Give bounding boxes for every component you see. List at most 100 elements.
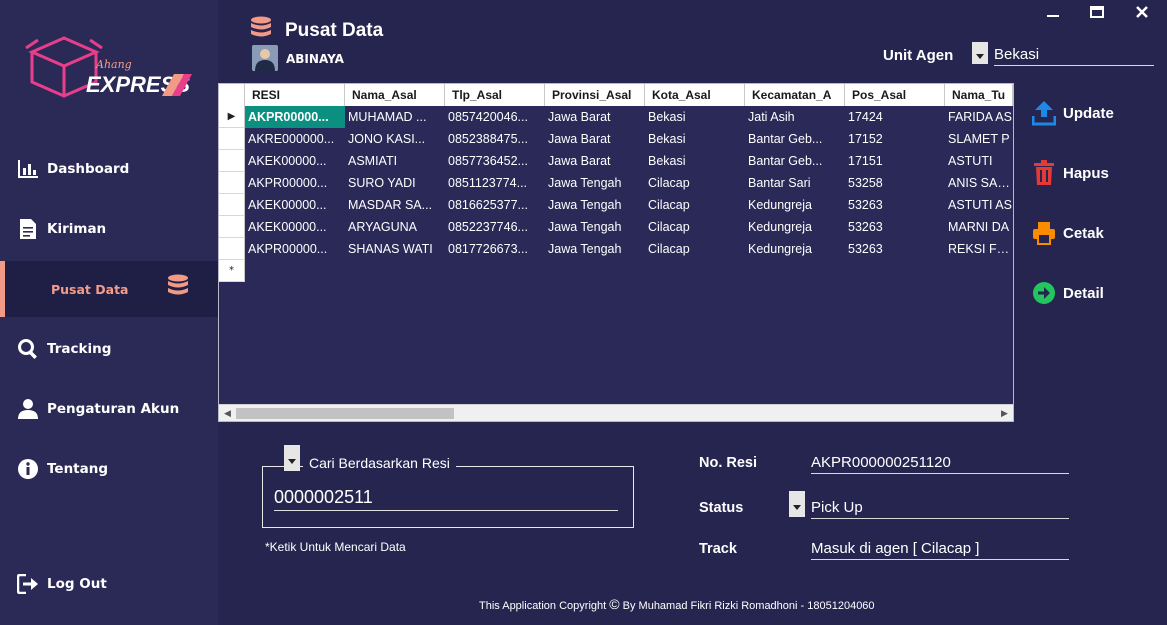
new-row[interactable]: * — [219, 260, 1013, 282]
table-cell[interactable]: AKRE000000... — [245, 128, 345, 150]
table-row[interactable]: AKEK00000... ASMIATI 0857736452... Jawa Bar… — [219, 150, 1013, 172]
table-row[interactable]: AKPR00000... SURO YADI 0851123774... Jawa T… — [219, 172, 1013, 194]
table-row[interactable]: AKPR00000... SHANAS WATI 0817726673... Jawa… — [219, 238, 1013, 260]
table-cell[interactable]: Kedungreja — [745, 194, 845, 216]
table-cell[interactable]: Jawa Tengah — [545, 216, 645, 238]
column-header-resi[interactable]: RESI — [245, 84, 345, 106]
new-row-marker[interactable]: * — [219, 260, 245, 282]
table-cell[interactable]: AKPR00000... — [245, 106, 345, 128]
table-cell[interactable]: Jawa Tengah — [545, 194, 645, 216]
sidebar-item-tentang[interactable]: Tentang — [0, 441, 218, 497]
grid-corner[interactable] — [219, 84, 245, 106]
table-cell[interactable]: SHANAS WATI — [345, 238, 445, 260]
search-field-dropdown-button[interactable] — [284, 445, 300, 471]
column-header-nama-tujuan[interactable]: Nama_Tu — [945, 84, 1013, 106]
row-header[interactable] — [219, 150, 245, 172]
table-cell[interactable]: REKSI FER — [945, 238, 1013, 260]
row-header[interactable] — [219, 238, 245, 260]
table-cell[interactable]: Jawa Barat — [545, 150, 645, 172]
scroll-left-icon[interactable]: ◀ — [219, 405, 236, 422]
table-cell[interactable]: Bekasi — [645, 106, 745, 128]
table-cell[interactable]: Jawa Tengah — [545, 172, 645, 194]
table-cell[interactable]: 0851123774... — [445, 172, 545, 194]
column-header-kecamatan-asal[interactable]: Kecamatan_A — [745, 84, 845, 106]
table-cell[interactable]: ANIS SANT — [945, 172, 1013, 194]
table-cell[interactable]: 17151 — [845, 150, 945, 172]
status-value[interactable]: Pick Up — [811, 499, 1069, 519]
table-row[interactable]: ▶ AKPR00000... MUHAMAD ... 0857420046... Jaw… — [219, 106, 1013, 128]
table-row[interactable]: AKEK00000... MASDAR SA... 0816625377... Jaw… — [219, 194, 1013, 216]
scroll-right-icon[interactable]: ▶ — [996, 405, 1013, 422]
table-cell[interactable]: Cilacap — [645, 194, 745, 216]
table-cell[interactable]: MUHAMAD ... — [345, 106, 445, 128]
sidebar-item-pengaturan-akun[interactable]: Pengaturan Akun — [0, 381, 218, 437]
logout-button[interactable]: Log Out — [0, 556, 218, 612]
column-header-kota-asal[interactable]: Kota_Asal — [645, 84, 745, 106]
table-cell[interactable]: Kedungreja — [745, 216, 845, 238]
table-cell[interactable]: JONO KASI... — [345, 128, 445, 150]
table-cell[interactable]: Bekasi — [645, 150, 745, 172]
table-cell[interactable]: 0857736452... — [445, 150, 545, 172]
unit-agen-value[interactable]: Bekasi — [994, 46, 1154, 66]
table-cell[interactable]: Kedungreja — [745, 238, 845, 260]
status-dropdown-button[interactable] — [789, 491, 805, 517]
row-header[interactable] — [219, 216, 245, 238]
table-cell[interactable]: 0852388475... — [445, 128, 545, 150]
table-cell[interactable]: Bantar Geb... — [745, 128, 845, 150]
table-cell[interactable]: Cilacap — [645, 238, 745, 260]
table-cell[interactable]: 53263 — [845, 194, 945, 216]
table-row[interactable]: AKEK00000... ARYAGUNA 0852237746... Jawa Te… — [219, 216, 1013, 238]
column-header-tlp-asal[interactable]: Tlp_Asal — [445, 84, 545, 106]
resi-value[interactable]: AKPR000000251120 — [811, 454, 1069, 474]
table-cell[interactable]: AKEK00000... — [245, 194, 345, 216]
sidebar-item-kiriman[interactable]: Kiriman — [0, 201, 218, 257]
scrollbar-thumb[interactable] — [236, 408, 454, 419]
table-cell[interactable]: 0857420046... — [445, 106, 545, 128]
column-header-nama-asal[interactable]: Nama_Asal — [345, 84, 445, 106]
row-header[interactable] — [219, 172, 245, 194]
unit-agen-dropdown-button[interactable] — [972, 42, 988, 64]
table-cell[interactable]: Jati Asih — [745, 106, 845, 128]
table-cell[interactable]: Jawa Barat — [545, 106, 645, 128]
cetak-button[interactable]: Cetak — [1030, 216, 1160, 250]
detail-button[interactable]: Detail — [1030, 276, 1160, 310]
table-cell[interactable]: ASTUTI AS — [945, 194, 1013, 216]
table-cell[interactable]: 17424 — [845, 106, 945, 128]
update-button[interactable]: Update — [1030, 96, 1160, 130]
table-cell[interactable]: AKEK00000... — [245, 216, 345, 238]
table-cell[interactable]: MARNI DA — [945, 216, 1013, 238]
table-cell[interactable]: Jawa Barat — [545, 128, 645, 150]
table-cell[interactable]: FARIDA AS — [945, 106, 1013, 128]
column-header-pos-asal[interactable]: Pos_Asal — [845, 84, 945, 106]
maximize-button[interactable] — [1086, 3, 1108, 21]
table-cell[interactable]: Bantar Sari — [745, 172, 845, 194]
sidebar-item-tracking[interactable]: Tracking — [0, 321, 218, 377]
table-cell[interactable]: 53263 — [845, 238, 945, 260]
table-cell[interactable]: AKPR00000... — [245, 172, 345, 194]
table-cell[interactable]: Bantar Geb... — [745, 150, 845, 172]
table-cell[interactable]: MASDAR SA... — [345, 194, 445, 216]
table-cell[interactable]: AKEK00000... — [245, 150, 345, 172]
table-cell[interactable]: ARYAGUNA — [345, 216, 445, 238]
table-row[interactable]: AKRE000000... JONO KASI... 0852388475... Ja… — [219, 128, 1013, 150]
table-cell[interactable]: 53258 — [845, 172, 945, 194]
data-grid[interactable]: RESI Nama_Asal Tlp_Asal Provinsi_Asal Ko… — [218, 83, 1014, 422]
table-cell[interactable]: SLAMET P — [945, 128, 1013, 150]
table-cell[interactable]: 17152 — [845, 128, 945, 150]
row-header[interactable]: ▶ — [219, 106, 245, 128]
hapus-button[interactable]: Hapus — [1030, 156, 1160, 190]
track-value[interactable]: Masuk di agen [ Cilacap ] — [811, 540, 1069, 560]
close-button[interactable] — [1131, 3, 1153, 21]
table-cell[interactable]: Bekasi — [645, 128, 745, 150]
table-cell[interactable]: Cilacap — [645, 216, 745, 238]
table-cell[interactable]: ASMIATI — [345, 150, 445, 172]
table-cell[interactable]: AKPR00000... — [245, 238, 345, 260]
row-header[interactable] — [219, 128, 245, 150]
sidebar-item-pusat-data[interactable]: Pusat Data — [0, 261, 218, 317]
table-cell[interactable]: ASTUTI — [945, 150, 1013, 172]
table-cell[interactable]: 53263 — [845, 216, 945, 238]
horizontal-scrollbar[interactable]: ◀ ▶ — [219, 404, 1013, 421]
table-cell[interactable]: SURO YADI — [345, 172, 445, 194]
table-cell[interactable]: Jawa Tengah — [545, 238, 645, 260]
table-cell[interactable]: 0816625377... — [445, 194, 545, 216]
